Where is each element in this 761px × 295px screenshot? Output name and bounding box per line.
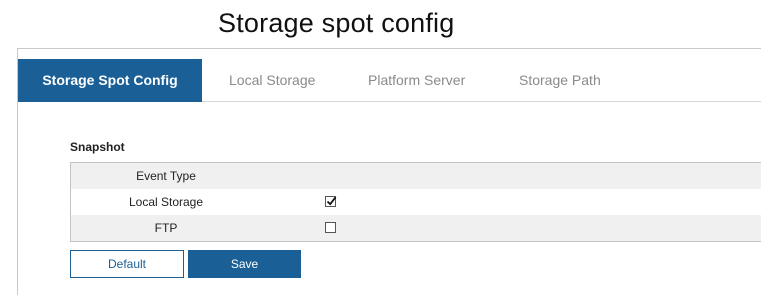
save-button[interactable]: Save <box>188 250 301 278</box>
row-label-local-storage: Local Storage <box>128 195 204 209</box>
checkmark-icon <box>326 196 337 206</box>
snapshot-table: Event Type Local Storage FTP <box>70 162 761 242</box>
tab-bar: Storage Spot Config Local Storage Platfo… <box>18 59 761 102</box>
tab-storage-path[interactable]: Storage Path <box>519 59 601 102</box>
row-label-ftp: FTP <box>154 221 178 235</box>
local-storage-checkbox[interactable] <box>325 196 337 207</box>
default-button[interactable]: Default <box>70 250 184 278</box>
snapshot-section-title: Snapshot <box>70 140 125 154</box>
table-header-row: Event Type <box>71 163 761 189</box>
tab-storage-spot-config[interactable]: Storage Spot Config <box>18 59 202 102</box>
table-row: Local Storage <box>71 189 761 215</box>
tab-platform-server[interactable]: Platform Server <box>368 59 465 102</box>
tab-local-storage[interactable]: Local Storage <box>229 59 315 102</box>
ftp-checkbox[interactable] <box>325 222 336 233</box>
event-type-header: Event Type <box>136 169 196 183</box>
config-panel: Storage Spot Config Local Storage Platfo… <box>17 48 761 295</box>
page-title: Storage spot config <box>218 8 455 38</box>
table-row: FTP <box>71 215 761 241</box>
